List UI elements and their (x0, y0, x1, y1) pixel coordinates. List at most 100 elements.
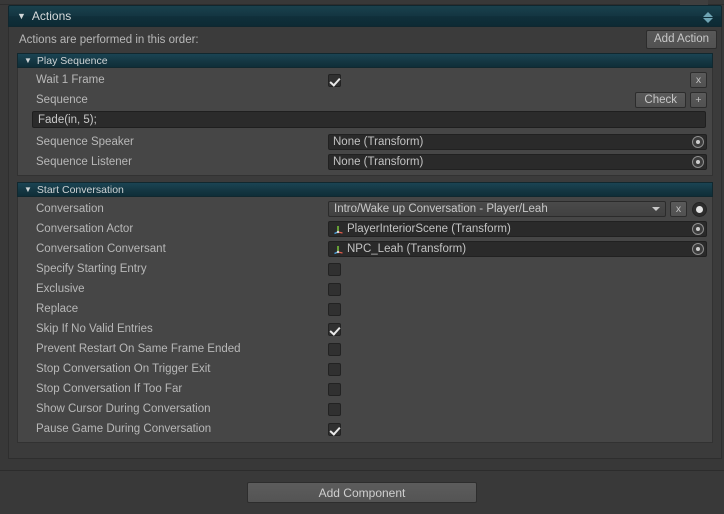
row-sequence-listener: Sequence Listener None (Transform) (18, 152, 712, 172)
object-field-value: NPC_Leah (Transform) (347, 243, 467, 255)
checkbox-skip-if-no-valid-entries[interactable] (328, 322, 341, 336)
transform-gizmo-icon (333, 243, 345, 255)
row-sequence-text: Fade(in, 5); (18, 110, 712, 129)
checkbox-pause-game-during-conversation[interactable] (328, 422, 341, 436)
row-sequence-speaker: Sequence Speaker None (Transform) (18, 132, 712, 152)
checkbox-wait-1-frame[interactable] (328, 73, 341, 87)
label-skip-if-no-valid-entries: Skip If No Valid Entries (36, 323, 153, 335)
label-stop-conversation-if-too-far: Stop Conversation If Too Far (36, 383, 183, 395)
object-field-conversation-conversant[interactable]: NPC_Leah (Transform) (328, 241, 707, 257)
row-conversation-conversant: Conversation Conversant NPC_Leah (Transf… (18, 239, 712, 259)
section-header-start-conversation[interactable]: ▼ Start Conversation (17, 182, 713, 197)
object-picker-icon[interactable] (692, 156, 704, 168)
object-field-sequence-listener[interactable]: None (Transform) (328, 154, 707, 170)
label-sequence-listener: Sequence Listener (36, 156, 132, 168)
component-header-actions[interactable]: ▼ Actions (8, 5, 722, 27)
clear-conversation-button[interactable]: x (670, 201, 687, 217)
object-picker-icon[interactable] (692, 136, 704, 148)
component-title: Actions (31, 9, 72, 23)
row-exclusive: Exclusive (18, 279, 712, 299)
label-conversation-actor: Conversation Actor (36, 223, 134, 235)
object-field-value: None (Transform) (333, 136, 424, 148)
label-show-cursor-during-conversation: Show Cursor During Conversation (36, 403, 211, 415)
conversation-picker-icon[interactable] (692, 201, 707, 217)
object-field-value: None (Transform) (333, 156, 424, 168)
object-field-sequence-speaker[interactable]: None (Transform) (328, 134, 707, 150)
field-zone-exclusive (328, 281, 707, 297)
section-start-conversation: ▼ Start Conversation Conversation Intro/… (17, 182, 713, 443)
row-sequence: Sequence Check + (18, 90, 712, 110)
field-zone-specify-starting-entry (328, 261, 707, 277)
section-play-sequence: ▼ Play Sequence Wait 1 Frame x Sequence … (17, 53, 713, 176)
field-zone-conversation-actor: PlayerInteriorScene (Transform) (328, 221, 707, 237)
section-title: Start Conversation (36, 183, 124, 196)
conversation-dropdown[interactable]: Intro/Wake up Conversation - Player/Leah (328, 201, 666, 217)
checkbox-specify-starting-entry[interactable] (328, 262, 341, 276)
field-zone-prevent-restart (328, 341, 707, 357)
label-specify-starting-entry: Specify Starting Entry (36, 263, 147, 275)
conversation-dropdown-value: Intro/Wake up Conversation - Player/Leah (334, 203, 548, 215)
label-exclusive: Exclusive (36, 283, 85, 295)
row-replace: Replace (18, 299, 712, 319)
section-header-play-sequence[interactable]: ▼ Play Sequence (17, 53, 713, 68)
section-title: Play Sequence (36, 54, 108, 67)
row-stop-conversation-if-too-far: Stop Conversation If Too Far (18, 379, 712, 399)
field-zone-sequence-buttons: Check + (328, 92, 707, 108)
checkbox-show-cursor-during-conversation[interactable] (328, 402, 341, 416)
triangle-up-icon[interactable] (703, 12, 713, 17)
transform-gizmo-icon (333, 223, 345, 235)
footer: Add Component (0, 471, 724, 514)
section-body-start-conversation: Conversation Intro/Wake up Conversation … (17, 197, 713, 443)
field-zone-stop-on-trigger-exit (328, 361, 707, 377)
object-field-value: PlayerInteriorScene (Transform) (347, 223, 511, 235)
add-sequence-button[interactable]: + (690, 92, 707, 108)
sequence-text-input[interactable]: Fade(in, 5); (32, 111, 706, 128)
label-prevent-restart-on-same-frame-ended: Prevent Restart On Same Frame Ended (36, 343, 241, 355)
foldout-triangle-down-icon[interactable]: ▼ (24, 185, 32, 194)
field-zone-conversation-conversant: NPC_Leah (Transform) (328, 241, 707, 257)
label-conversation: Conversation (36, 203, 104, 215)
field-zone-conversation: Intro/Wake up Conversation - Player/Leah… (328, 201, 707, 217)
field-zone-pause-game (328, 421, 707, 437)
check-sequence-button[interactable]: Check (635, 92, 686, 108)
field-zone-sequence-listener: None (Transform) (328, 154, 707, 170)
field-zone-wait-1-frame: x (328, 72, 707, 88)
foldout-triangle-down-icon[interactable]: ▼ (17, 11, 26, 21)
chevron-down-icon (652, 207, 660, 211)
field-zone-replace (328, 301, 707, 317)
field-zone-stop-if-too-far (328, 381, 707, 397)
row-pause-game-during-conversation: Pause Game During Conversation (18, 419, 712, 439)
actions-order-caption: Actions are performed in this order: (19, 34, 199, 46)
row-prevent-restart-on-same-frame-ended: Prevent Restart On Same Frame Ended (18, 339, 712, 359)
component-body: Actions are performed in this order: Add… (8, 27, 722, 459)
remove-action-button[interactable]: x (690, 72, 707, 88)
checkbox-exclusive[interactable] (328, 282, 341, 296)
add-action-button[interactable]: Add Action (646, 30, 717, 49)
section-body-play-sequence: Wait 1 Frame x Sequence Check + Fade(in,… (17, 68, 713, 176)
label-stop-conversation-on-trigger-exit: Stop Conversation On Trigger Exit (36, 363, 211, 375)
checkbox-stop-conversation-on-trigger-exit[interactable] (328, 362, 341, 376)
object-field-conversation-actor[interactable]: PlayerInteriorScene (Transform) (328, 221, 707, 237)
row-wait-1-frame: Wait 1 Frame x (18, 70, 712, 90)
checkbox-stop-conversation-if-too-far[interactable] (328, 382, 341, 396)
object-picker-icon[interactable] (692, 223, 704, 235)
row-conversation: Conversation Intro/Wake up Conversation … (18, 199, 712, 219)
row-show-cursor-during-conversation: Show Cursor During Conversation (18, 399, 712, 419)
triangle-down-icon[interactable] (703, 18, 713, 23)
scroll-arrows[interactable] (701, 9, 715, 26)
row-skip-if-no-valid-entries: Skip If No Valid Entries (18, 319, 712, 339)
row-conversation-actor: Conversation Actor PlayerInteriorScene (… (18, 219, 712, 239)
object-picker-icon[interactable] (692, 243, 704, 255)
checkbox-replace[interactable] (328, 302, 341, 316)
label-wait-1-frame: Wait 1 Frame (36, 74, 105, 86)
add-component-button[interactable]: Add Component (247, 482, 477, 503)
label-sequence-speaker: Sequence Speaker (36, 136, 134, 148)
label-replace: Replace (36, 303, 79, 315)
field-zone-sequence-speaker: None (Transform) (328, 134, 707, 150)
field-zone-show-cursor (328, 401, 707, 417)
label-sequence: Sequence (36, 94, 88, 106)
field-zone-skip-if-no-valid-entries (328, 321, 707, 337)
actions-order-row: Actions are performed in this order: Add… (9, 27, 721, 53)
foldout-triangle-down-icon[interactable]: ▼ (24, 56, 32, 65)
checkbox-prevent-restart-on-same-frame-ended[interactable] (328, 342, 341, 356)
